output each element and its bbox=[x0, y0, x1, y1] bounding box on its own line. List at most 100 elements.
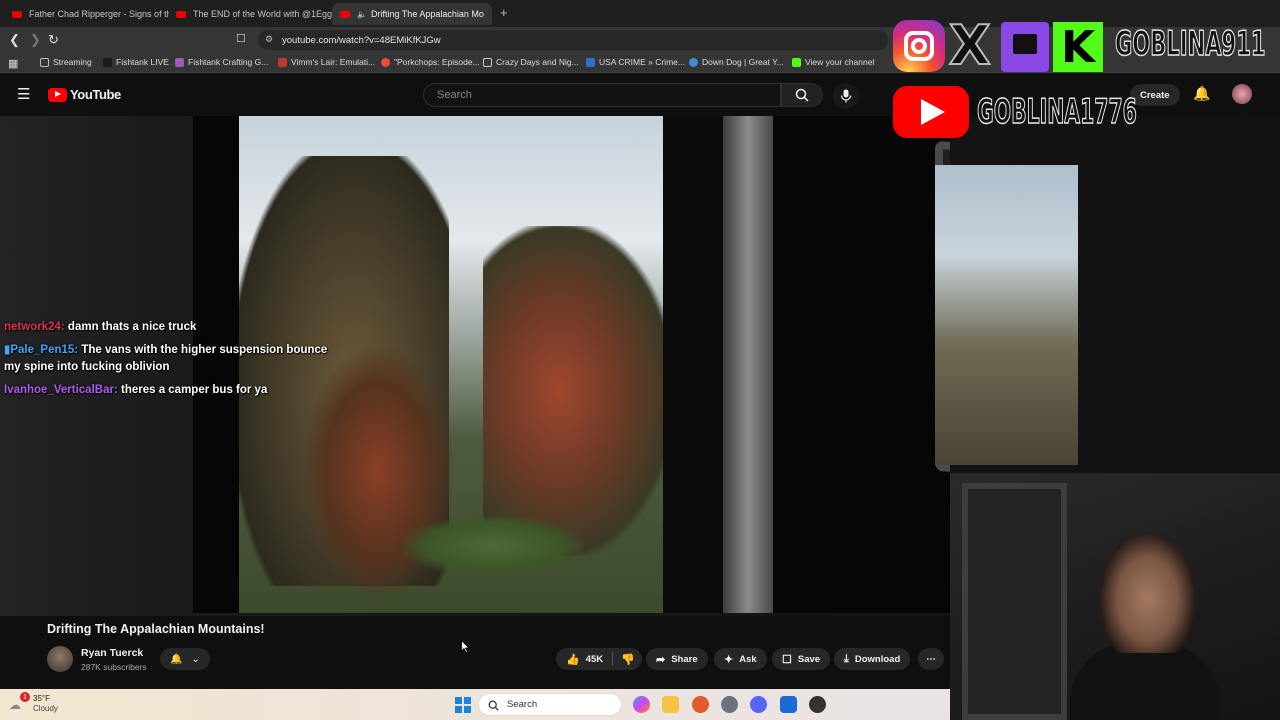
fishtank-icon bbox=[103, 57, 112, 67]
chat-message: network24: damn thats a nice truck bbox=[4, 319, 196, 336]
fishtank-crafting-icon bbox=[175, 57, 184, 67]
video-frame-tree bbox=[483, 226, 673, 556]
kick-icon: K bbox=[1053, 22, 1103, 73]
webcam-door bbox=[962, 483, 1067, 720]
bookmark-fishtank-crafting[interactable]: Fishtank Crafting G... bbox=[175, 57, 268, 67]
youtube-play-icon bbox=[48, 87, 67, 102]
bookmark-fishtank-live[interactable]: Fishtank LIVE bbox=[103, 57, 169, 67]
bookmark-down-dog[interactable]: Down Dog | Great Y... bbox=[689, 57, 784, 67]
save-button[interactable]: ☐ Save bbox=[772, 648, 831, 670]
video-frame-pillar bbox=[663, 116, 723, 613]
bookmark-view-channel[interactable]: View your channel bbox=[792, 57, 874, 67]
youtube-logo[interactable]: YouTube bbox=[48, 87, 121, 102]
new-tab-icon[interactable]: + bbox=[500, 5, 508, 20]
chat-username: network24: bbox=[4, 321, 65, 333]
video-title: Drifting The Appalachian Mountains! bbox=[47, 622, 265, 636]
chevron-down-icon: ⌄ bbox=[191, 653, 200, 665]
browser-tab-2[interactable]: The END of the World with @1EggW bbox=[168, 3, 333, 25]
menu-icon[interactable]: ☰ bbox=[17, 85, 30, 103]
usa-crime-icon bbox=[586, 57, 595, 67]
weather-temperature[interactable]: 35°F bbox=[33, 694, 50, 703]
voice-search-button[interactable] bbox=[833, 83, 859, 109]
windows-start-icon[interactable] bbox=[455, 697, 471, 713]
apps-grid-icon[interactable]: ▦ bbox=[8, 57, 18, 70]
tab-title: Drifting The Appalachian Mo bbox=[370, 9, 484, 19]
tab-title: Father Chad Ripperger - Signs of the bbox=[29, 9, 169, 19]
channel-name[interactable]: Ryan Tuerck bbox=[81, 647, 143, 659]
chat-message: Ivanhoe_VerticalBar: theres a camper bus… bbox=[4, 382, 267, 399]
down-dog-icon bbox=[689, 57, 698, 67]
webcam-person bbox=[1100, 533, 1195, 653]
search-icon bbox=[795, 88, 809, 102]
download-button[interactable]: ⤓ Download bbox=[834, 648, 911, 670]
youtube-favicon-icon bbox=[12, 10, 22, 18]
taskbar-search-box[interactable]: Search bbox=[478, 693, 622, 716]
ask-button[interactable]: ✦ Ask bbox=[714, 648, 767, 670]
brave-browser-icon[interactable] bbox=[692, 696, 709, 713]
sparkle-icon: ✦ bbox=[724, 653, 734, 666]
bookmark-crazy-days[interactable]: Crazy Days and Nig... bbox=[483, 57, 579, 67]
chat-text: damn thats a nice truck bbox=[67, 321, 197, 333]
like-dislike-group: 👍 45K 👎 bbox=[556, 648, 642, 670]
notification-badge: 1 bbox=[20, 692, 30, 702]
bookmark-porkchops[interactable]: "Porkchops: Episode... bbox=[381, 57, 480, 67]
youtube-favicon-icon bbox=[176, 10, 186, 18]
bell-icon: 🔔 bbox=[170, 653, 183, 665]
instagram-icon bbox=[893, 20, 945, 72]
file-explorer-icon[interactable] bbox=[662, 696, 679, 713]
share-icon: ➦ bbox=[656, 653, 666, 666]
subscriber-count: 287K subscribers bbox=[81, 662, 147, 672]
back-icon[interactable]: ❮ bbox=[9, 32, 20, 48]
webcam-person-body bbox=[1070, 643, 1220, 720]
url-field[interactable]: ⚙ youtube.com/watch?v=48EMiKfKJGw bbox=[258, 30, 888, 50]
webcam-feed bbox=[950, 473, 1280, 720]
bookmark-star-icon[interactable]: ☐ bbox=[236, 32, 246, 45]
like-count[interactable]: 45K bbox=[586, 654, 603, 665]
mouse-cursor-icon bbox=[461, 640, 470, 653]
chat-text: theres a camper bus for ya bbox=[120, 384, 268, 396]
overlay-handle-2: GOBLINA1776 bbox=[977, 91, 1138, 133]
folder-icon bbox=[40, 57, 49, 67]
video-frame-grass bbox=[403, 516, 583, 576]
tab-title: The END of the World with @1EggW bbox=[193, 9, 333, 19]
search-input[interactable]: Search bbox=[423, 83, 781, 107]
twitch-icon bbox=[1001, 22, 1049, 72]
overlay-handle-1: GOBLINA911 bbox=[1115, 23, 1266, 65]
weather-condition: Cloudy bbox=[33, 704, 58, 713]
search-button[interactable] bbox=[781, 83, 823, 107]
video-frame-window-frame bbox=[723, 116, 773, 613]
browser-tab-1[interactable]: Father Chad Ripperger - Signs of the bbox=[4, 3, 169, 25]
forward-icon[interactable]: ❯ bbox=[30, 32, 41, 48]
reload-icon[interactable]: ↻ bbox=[48, 32, 59, 48]
vimms-lair-icon bbox=[278, 57, 287, 67]
discord-icon[interactable] bbox=[750, 696, 767, 713]
subscription-bell-button[interactable]: 🔔 ⌄ bbox=[160, 648, 210, 670]
chat-text: The vans with the higher suspension boun… bbox=[81, 344, 328, 356]
porkchops-icon bbox=[381, 57, 390, 67]
copilot-icon[interactable] bbox=[633, 696, 650, 713]
search-icon bbox=[488, 700, 499, 711]
bookmark-vimms-lair[interactable]: Vimm's Lair: Emulati... bbox=[278, 57, 375, 67]
weather-cloud-icon[interactable]: ☁ bbox=[9, 698, 21, 712]
thumbs-up-icon[interactable]: 👍 bbox=[566, 653, 580, 666]
youtube-favicon-icon bbox=[340, 10, 350, 18]
youtube-icon bbox=[893, 86, 969, 138]
speaker-icon: 🔈 bbox=[357, 9, 367, 19]
browser-tab-active[interactable]: 🔈 Drifting The Appalachian Mo ✕ bbox=[332, 3, 492, 25]
chat-username: Pale_Pen15: bbox=[10, 344, 79, 356]
settings-gear-icon[interactable] bbox=[721, 696, 738, 713]
chat-text-continued: my spine into fucking oblivion bbox=[4, 361, 170, 373]
microphone-icon bbox=[840, 89, 852, 103]
bookmark-usa-crime[interactable]: USA CRIME » Crime... bbox=[586, 57, 685, 67]
windows-taskbar: 1 ☁ 35°F Cloudy Search bbox=[0, 689, 950, 720]
notepad-icon[interactable] bbox=[780, 696, 797, 713]
more-actions-button[interactable]: ⋯ bbox=[918, 648, 944, 670]
download-icon: ⤓ bbox=[844, 652, 849, 665]
thumbs-down-icon[interactable]: 👎 bbox=[621, 653, 635, 666]
site-info-icon[interactable]: ⚙ bbox=[265, 34, 273, 45]
bookmark-streaming[interactable]: Streaming bbox=[40, 57, 92, 67]
video-frame-mirror-reflection bbox=[935, 165, 1078, 465]
obs-studio-icon[interactable] bbox=[809, 696, 826, 713]
channel-avatar[interactable] bbox=[47, 646, 73, 672]
share-button[interactable]: ➦ Share bbox=[646, 648, 708, 670]
